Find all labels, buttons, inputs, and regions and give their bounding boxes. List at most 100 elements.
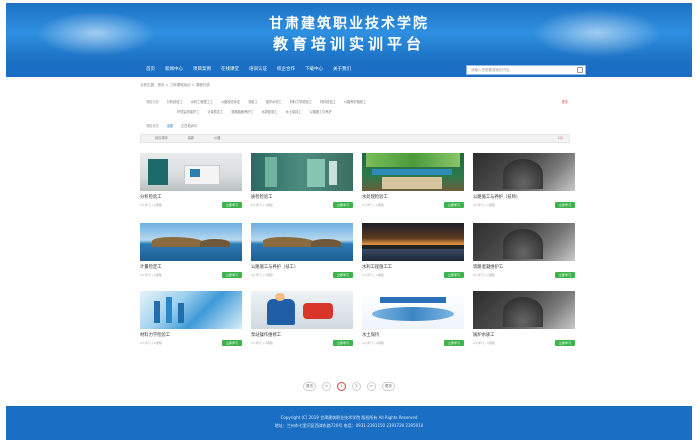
course-thumbnail[interactable] [251, 153, 353, 191]
course-title[interactable]: 计量检定工 [140, 264, 161, 270]
study-button[interactable]: 立即学习 [222, 272, 242, 278]
nav-item-about[interactable]: 关于我们 [333, 63, 351, 77]
course-card[interactable]: 材料力学检验工 0人学习 | 0课程 立即学习 [140, 291, 242, 351]
study-button[interactable]: 立即学习 [444, 340, 464, 346]
filter-more-link[interactable]: 更多 [562, 99, 568, 104]
course-title[interactable]: 泵站操作维修工 [251, 332, 281, 338]
study-button[interactable]: 立即学习 [555, 340, 575, 346]
filter-option[interactable]: 环境监测保护工 [177, 109, 199, 114]
filter-option[interactable]: 公路检测评定 [221, 99, 240, 104]
course-title[interactable]: 水利工程施工工 [362, 264, 392, 270]
first-page-button[interactable]: 首页 [303, 382, 316, 391]
filter-option[interactable]: 公路养护路检工 [344, 99, 366, 104]
filter-option-all[interactable]: 全部 [167, 123, 173, 128]
study-button[interactable]: 立即学习 [444, 272, 464, 278]
filter-option[interactable]: 材料力学检验工 [290, 99, 312, 104]
filter-option[interactable]: 道路路面养护工 [231, 109, 253, 114]
course-card[interactable]: 公路施工与养护（技师） 0人学习 | 0课程 立即学习 [473, 153, 575, 213]
filter-option[interactable]: 水土保持工 [286, 109, 302, 114]
study-button[interactable]: 立即学习 [222, 340, 242, 346]
filter-option[interactable]: 测量工 [248, 99, 258, 104]
study-button[interactable]: 立即学习 [222, 202, 242, 208]
course-thumbnail[interactable] [473, 223, 575, 261]
course-title[interactable]: 筑路混凝维护工 [473, 264, 503, 270]
sort-price[interactable]: 价格 [214, 135, 220, 142]
breadcrumb: 当前位置：首页 > 工种课程培训 > 课程列表 [140, 83, 210, 87]
course-card[interactable]: 泵站操作维修工 0人学习 | 0课程 立即学习 [251, 291, 353, 351]
next-page-button[interactable]: > [367, 382, 376, 391]
course-thumbnail[interactable] [362, 153, 464, 191]
main-nav: 首页 新闻中心 项目案例 在线课堂 培训认证 校企合作 下载中心 关于我们 请输… [6, 63, 692, 77]
header-banner: 甘肃建筑职业技术学院 教育培训实训平台 [6, 3, 692, 63]
filter-option[interactable]: 水质检验工 [262, 109, 278, 114]
course-title[interactable]: 锅炉水质工 [473, 332, 494, 338]
course-meta: 0人学习 | 0课程 [473, 273, 495, 277]
course-title[interactable]: 材料力学检验工 [140, 332, 170, 338]
course-card[interactable]: 水利工程施工工 0人学习 | 0课程 立即学习 [362, 223, 464, 283]
course-thumbnail[interactable] [473, 153, 575, 191]
study-button[interactable]: 立即学习 [555, 272, 575, 278]
study-button[interactable]: 立即学习 [555, 202, 575, 208]
nav-items: 首页 新闻中心 项目案例 在线课堂 培训认证 校企合作 下载中心 关于我们 [146, 63, 351, 77]
course-thumbnail[interactable] [251, 291, 353, 329]
course-title[interactable]: 质检检验工 [251, 194, 272, 200]
filter-row-category-2: 环境监测保护工 计量检定工 道路路面养护工 水质检验工 水土保持工 公路施工与养… [177, 108, 332, 114]
course-card[interactable]: 分析检验工 0人学习 | 0课程 立即学习 [140, 153, 242, 213]
course-card[interactable]: 计量检定工 0人学习 | 0课程 立即学习 [140, 223, 242, 283]
prev-page-button[interactable]: < [322, 382, 331, 391]
course-card[interactable]: 锅炉水质工 0人学习 | 0课程 立即学习 [473, 291, 575, 351]
nav-item-projects[interactable]: 项目案例 [193, 63, 211, 77]
study-button[interactable]: 立即学习 [333, 272, 353, 278]
course-thumbnail[interactable] [473, 291, 575, 329]
course-title[interactable]: 水处理检验工 [362, 194, 388, 200]
site-title-line2: 教育培训实训平台 [272, 35, 425, 53]
filter-option[interactable]: 材料检验工 [320, 99, 336, 104]
course-title[interactable]: 水土保持 [362, 332, 379, 338]
course-title[interactable]: 公路施工与养护（技师） [473, 194, 520, 200]
course-title[interactable]: 分析检验工 [140, 194, 161, 200]
course-thumbnail[interactable] [140, 153, 242, 191]
page-1-button[interactable]: 1 [337, 382, 346, 391]
pagination-controls: 首页 < 1 2 > 尾页 [303, 382, 395, 391]
course-meta: 0人学习 | 0课程 [362, 341, 384, 345]
search-icon[interactable] [577, 67, 583, 73]
nav-item-cooperation[interactable]: 校企合作 [277, 63, 295, 77]
course-card[interactable]: 水土保持 0人学习 | 0课程 立即学习 [362, 291, 464, 351]
course-card[interactable]: 水处理检验工 0人学习 | 0课程 立即学习 [362, 153, 464, 213]
course-thumbnail[interactable] [140, 291, 242, 329]
study-button[interactable]: 立即学习 [333, 202, 353, 208]
pagination: 首页 < 1 2 > 尾页 [0, 372, 698, 391]
course-thumbnail[interactable] [362, 291, 464, 329]
course-thumbnail[interactable] [140, 223, 242, 261]
course-meta: 0人学习 | 0课程 [251, 203, 273, 207]
footer: Copyright (C) 2019 甘肃建筑职业技术学院 版权所有 All R… [6, 406, 692, 440]
filter-option[interactable]: 分析检验工 [167, 99, 183, 104]
sort-options: 综合排序 最新 价格 [155, 135, 221, 142]
course-card[interactable]: 公路施工与养护（技工） 0人学习 | 0课程 立即学习 [251, 223, 353, 283]
course-card[interactable]: 筑路混凝维护工 0人学习 | 0课程 立即学习 [473, 223, 575, 283]
last-page-button[interactable]: 尾页 [382, 382, 395, 391]
course-thumbnail[interactable] [362, 223, 464, 261]
filter-option-ongoing[interactable]: 正在培训中 [181, 123, 197, 128]
course-card[interactable]: 质检检验工 0人学习 | 0课程 立即学习 [251, 153, 353, 213]
filter-option[interactable]: 保护水利工 [266, 99, 282, 104]
nav-item-online-class[interactable]: 在线课堂 [221, 63, 239, 77]
filter-option[interactable]: 公路施工与养护 [309, 109, 331, 114]
page-2-button[interactable]: 2 [352, 382, 361, 391]
study-button[interactable]: 立即学习 [333, 340, 353, 346]
nav-item-certification[interactable]: 培训认证 [249, 63, 267, 77]
search-placeholder: 请输入您想要搜索的内容 [471, 68, 510, 72]
course-meta: 0人学习 | 0课程 [251, 341, 273, 345]
course-thumbnail[interactable] [251, 223, 353, 261]
filter-label-category: 课程分类 [146, 99, 159, 104]
course-title[interactable]: 公路施工与养护（技工） [251, 264, 298, 270]
filter-option[interactable]: 水利工程施工工 [191, 99, 213, 104]
nav-item-downloads[interactable]: 下载中心 [305, 63, 323, 77]
filter-option[interactable]: 计量检定工 [207, 109, 223, 114]
study-button[interactable]: 立即学习 [444, 202, 464, 208]
sort-newest[interactable]: 最新 [188, 135, 194, 142]
search-input[interactable]: 请输入您想要搜索的内容 [466, 65, 586, 75]
nav-item-news[interactable]: 新闻中心 [165, 63, 183, 77]
sort-default[interactable]: 综合排序 [155, 135, 168, 142]
nav-item-home[interactable]: 首页 [146, 63, 155, 77]
